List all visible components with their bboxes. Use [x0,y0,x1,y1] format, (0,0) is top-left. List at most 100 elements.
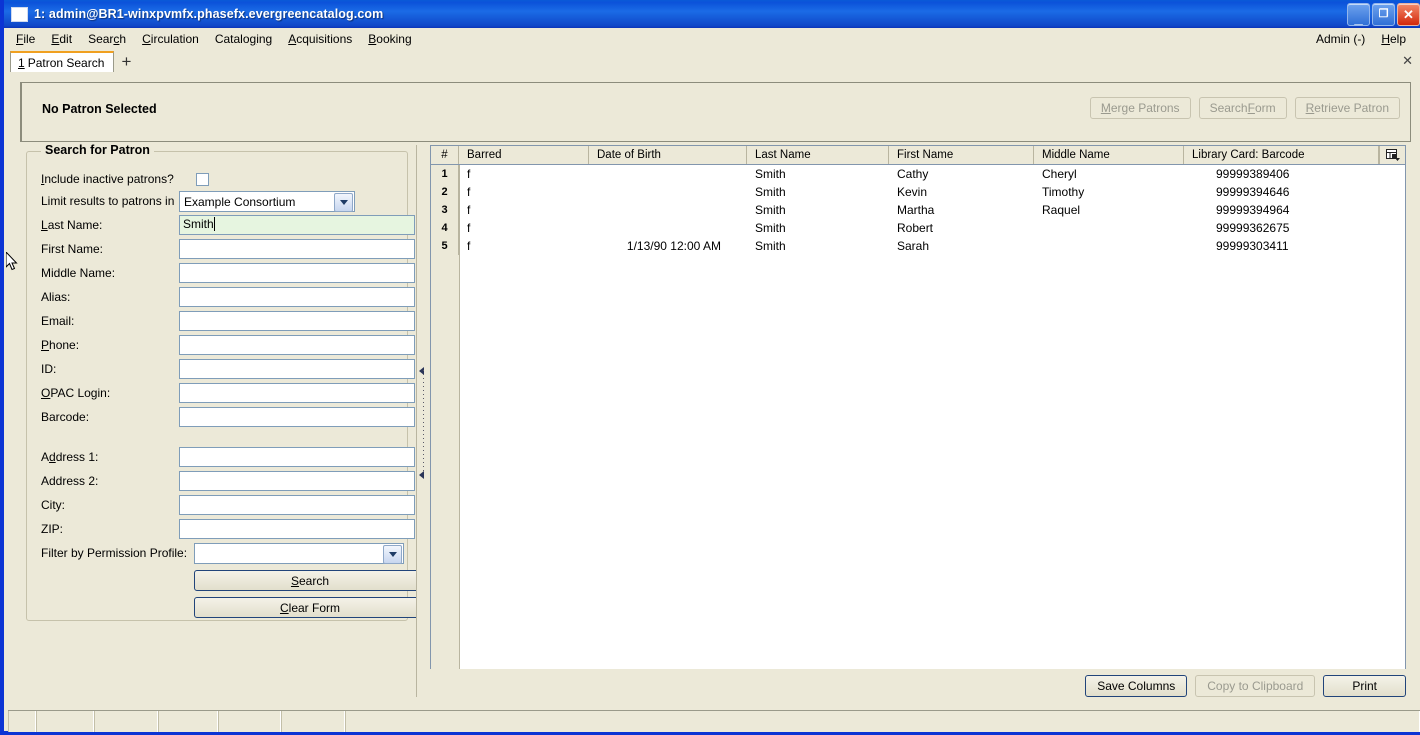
menu-edit[interactable]: Edit [43,30,80,48]
menu-admin[interactable]: Admin (-) [1308,30,1373,48]
menu-circulation[interactable]: Circulation [134,30,207,48]
column-picker-icon[interactable] [1379,146,1405,164]
search-form-button[interactable]: Search Form [1198,97,1287,119]
address2-label: Address 2: [41,474,99,488]
menu-cataloging[interactable]: Cataloging [207,30,280,48]
splitter-arrow-bottom[interactable] [419,471,424,479]
table-row[interactable]: 2 f Smith Kevin Timothy 99999394646 [431,183,1405,201]
cell-barcode: 99999362675 [1216,221,1290,235]
status-segment-1 [8,711,36,732]
address2-input[interactable] [179,471,415,491]
city-row: City: [41,494,65,516]
menu-booking[interactable]: Booking [360,30,419,48]
chevron-down-icon[interactable] [334,193,353,212]
first-name-input[interactable] [179,239,415,259]
close-tab-icon: ✕ [1402,53,1413,68]
column-header-number[interactable]: # [431,146,459,164]
id-row: ID: [41,358,56,380]
cell-first-name: Robert [897,221,934,235]
chevron-down-icon-2[interactable] [383,545,402,564]
cell-last-name: Smith [755,221,786,235]
tab-patron-search[interactable]: 1 Patron Search [10,51,115,72]
last-name-value: Smith [183,217,214,231]
row-number: 5 [431,237,459,255]
last-name-input[interactable]: Smith [179,215,415,235]
limit-results-select[interactable]: Example Consortium [179,191,355,212]
barcode-label: Barcode: [41,410,90,424]
row-number: 1 [431,165,459,183]
limit-results-row: Limit results to patrons in [41,190,174,212]
merge-patrons-button[interactable]: Merge Patrons [1089,97,1191,119]
results-rows-area: 1 f Smith Cathy Cheryl 99999389406 2 f S… [431,165,1405,669]
menu-acquisitions[interactable]: Acquisitions [280,30,360,48]
cell-last-name: Smith [755,203,786,217]
cell-middle-name: Cheryl [1042,167,1077,181]
zip-input[interactable] [179,519,415,539]
print-button[interactable]: Print [1323,675,1406,697]
include-inactive-label: Include inactive patrons? [41,172,174,186]
window-controls: _ ❐ ✕ [1347,3,1420,26]
copy-to-clipboard-button[interactable]: Copy to Clipboard [1195,675,1316,697]
opac-login-input[interactable] [179,383,415,403]
barcode-input[interactable] [179,407,415,427]
table-row[interactable]: 1 f Smith Cathy Cheryl 99999389406 [431,165,1405,183]
barcode-row: Barcode: [41,406,89,428]
city-label: City: [41,498,65,512]
menu-file[interactable]: File [8,30,43,48]
app-icon [11,6,28,22]
permission-profile-select[interactable] [194,543,404,564]
middle-name-input[interactable] [179,263,415,283]
id-input[interactable] [179,359,415,379]
results-grid-header: # Barred Date of Birth Last Name First N… [431,146,1405,165]
column-header-barred[interactable]: Barred [459,146,589,164]
email-input[interactable] [179,311,415,331]
cell-dob: 1/13/90 12:00 AM [626,239,721,253]
column-header-library-card[interactable]: Library Card: Barcode [1184,146,1379,164]
alias-input[interactable] [179,287,415,307]
table-row[interactable]: 3 f Smith Martha Raquel 99999394964 [431,201,1405,219]
address1-input[interactable] [179,447,415,467]
status-segment-3 [94,711,158,732]
id-label: ID: [41,362,57,376]
cell-last-name: Smith [755,185,786,199]
column-header-dob[interactable]: Date of Birth [589,146,747,164]
include-inactive-row: Include inactive patrons? [41,168,174,190]
menu-search[interactable]: Search [80,30,134,48]
cell-middle-name: Timothy [1042,185,1085,199]
cell-last-name: Smith [755,239,786,253]
results-grid: # Barred Date of Birth Last Name First N… [430,145,1406,669]
maximize-button[interactable]: ❐ [1372,3,1395,26]
column-header-last-name[interactable]: Last Name [747,146,889,164]
search-button[interactable]: Search [194,570,426,591]
panel-splitter[interactable] [416,145,431,697]
status-segment-6 [281,711,345,732]
status-bar [8,710,1420,732]
close-button[interactable]: ✕ [1397,3,1420,26]
menu-help[interactable]: Help [1373,30,1414,48]
cell-middle-name [1034,219,1184,237]
close-tab-button[interactable]: ✕ [1402,53,1413,69]
new-tab-button[interactable]: + [114,51,138,72]
save-columns-button[interactable]: Save Columns [1085,675,1188,697]
table-row[interactable]: 4 f Smith Robert 99999362675 [431,219,1405,237]
row-number: 2 [431,183,459,201]
status-segment-4 [158,711,218,732]
column-header-first-name[interactable]: First Name [889,146,1034,164]
phone-input[interactable] [179,335,415,355]
retrieve-patron-button[interactable]: Retrieve Patron [1294,97,1400,119]
patron-action-buttons: Merge Patrons Search Form Retrieve Patro… [1089,97,1400,119]
column-header-middle-name[interactable]: Middle Name [1034,146,1184,164]
window-title: 1: admin@BR1-winxpvmfx.phasefx.evergreen… [34,7,384,21]
status-segment-2 [36,711,94,732]
city-input[interactable] [179,495,415,515]
cell-middle-name: Raquel [1042,203,1081,217]
minimize-button[interactable]: _ [1347,3,1370,26]
cell-barcode: 99999394646 [1216,185,1290,199]
clear-form-button[interactable]: Clear Form [194,597,426,618]
search-fieldset-legend: Search for Patron [41,143,154,157]
cell-first-name: Martha [897,203,935,217]
include-inactive-checkbox[interactable] [196,173,209,186]
cell-barred: f [467,203,471,217]
cell-last-name: Smith [755,167,786,181]
table-row[interactable]: 5 f 1/13/90 12:00 AM Smith Sarah 9999930… [431,237,1405,255]
